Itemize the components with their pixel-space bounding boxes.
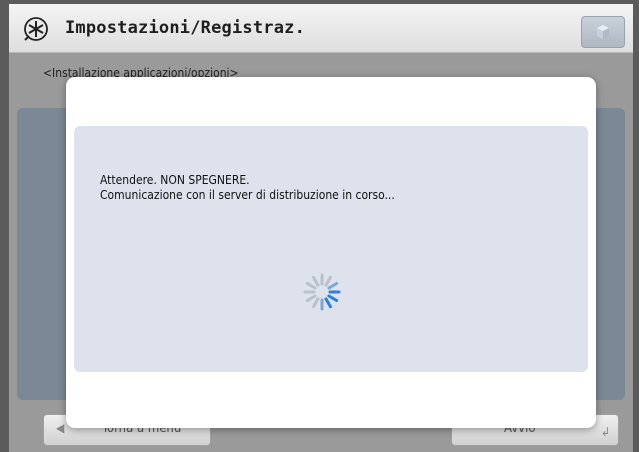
spinner-spoke	[305, 282, 317, 290]
loading-spinner-icon	[303, 273, 341, 311]
title-bar: Impostazioni/Registraz.	[9, 4, 633, 53]
spinner-spoke	[305, 294, 317, 302]
spinner-spoke	[312, 275, 320, 287]
left-arrow-icon: ◀	[56, 421, 65, 435]
message-line-1: Attendere. NON SPEGNERE.	[100, 173, 250, 187]
progress-dialog: Attendere. NON SPEGNERE. Comunicazione c…	[66, 77, 596, 428]
settings-asterisk-icon	[24, 17, 48, 41]
corner-menu-button[interactable]	[581, 16, 625, 48]
enter-icon: ↲	[600, 425, 610, 439]
message-line-2: Comunicazione con il server di distribuz…	[100, 188, 395, 202]
message-panel: Attendere. NON SPEGNERE. Comunicazione c…	[74, 126, 588, 372]
spinner-spoke	[312, 297, 320, 309]
spinner-spoke	[327, 294, 339, 302]
spinner-spoke	[324, 297, 332, 309]
spinner-spoke	[327, 282, 339, 290]
spinner-spoke	[324, 275, 332, 287]
cube-icon	[597, 25, 609, 39]
page-title: Impostazioni/Registraz.	[65, 18, 306, 38]
